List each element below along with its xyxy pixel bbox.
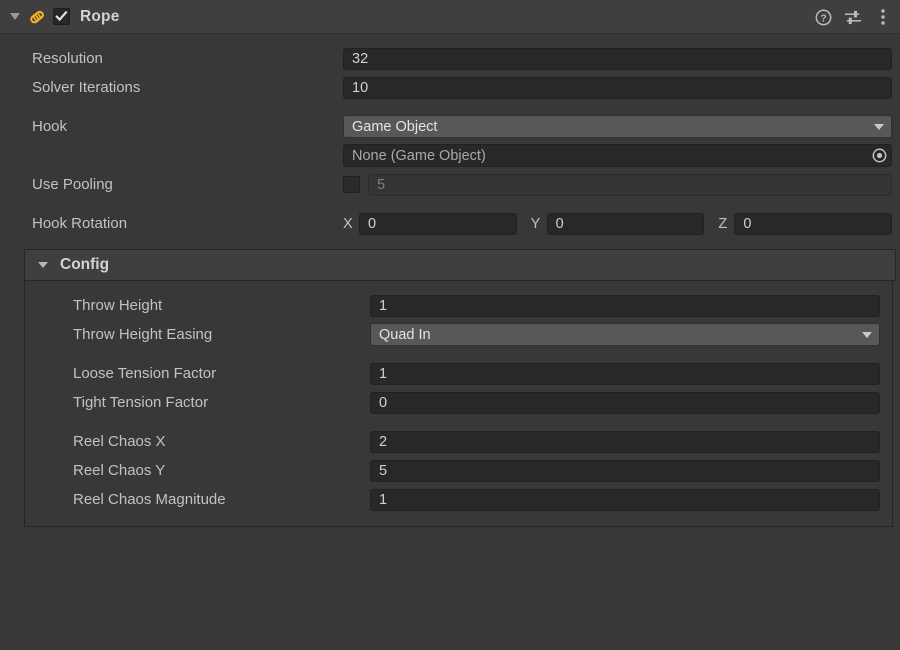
- reel-chaos-magnitude-input[interactable]: 1: [370, 488, 880, 511]
- hook-rotation-x-input[interactable]: 0: [359, 212, 517, 235]
- chevron-down-icon: [874, 123, 884, 130]
- config-group-body: Throw Height 1 Throw Height Easing Quad …: [24, 281, 893, 527]
- hook-rotation-z: Z 0: [718, 212, 893, 235]
- chevron-down-icon: [10, 13, 20, 20]
- component-foldout-toggle[interactable]: [6, 8, 24, 26]
- row-hook-type: Hook Game Object: [0, 112, 900, 141]
- pooling-count-input: 5: [368, 173, 892, 196]
- label-throw-height-easing: Throw Height Easing: [73, 326, 213, 343]
- label-hook-rotation: Hook Rotation: [32, 215, 128, 232]
- label-reel-chaos-magnitude: Reel Chaos Magnitude: [73, 491, 226, 508]
- resolution-input[interactable]: 32: [343, 47, 892, 70]
- inspector-panel: Rope ? Resolution 32 Solver Iterations 1…: [0, 0, 900, 650]
- label-tight-tension-factor: Tight Tension Factor: [73, 394, 209, 411]
- row-throw-height: Throw Height 1: [25, 291, 884, 320]
- inspector-body: Resolution 32 Solver Iterations 10 Hook …: [0, 34, 900, 527]
- row-loose-tension-factor: Loose Tension Factor 1: [25, 359, 884, 388]
- component-header: Rope ?: [0, 0, 900, 34]
- hook-object-field[interactable]: None (Game Object): [343, 144, 892, 167]
- tight-tension-factor-input[interactable]: 0: [370, 391, 880, 414]
- label-loose-tension-factor: Loose Tension Factor: [73, 365, 217, 382]
- row-reel-chaos-magnitude: Reel Chaos Magnitude 1: [25, 485, 884, 514]
- loose-tension-factor-input[interactable]: 1: [370, 362, 880, 385]
- chevron-down-icon: [38, 262, 48, 268]
- hook-rotation-x: X 0: [343, 212, 517, 235]
- label-use-pooling: Use Pooling: [32, 176, 113, 193]
- use-pooling-checkbox[interactable]: [343, 176, 360, 193]
- row-hook-object: None (Game Object): [0, 141, 900, 170]
- label-reel-chaos-x: Reel Chaos X: [73, 433, 166, 450]
- hook-object-value: None (Game Object): [352, 147, 486, 164]
- hook-type-dropdown[interactable]: Game Object: [343, 115, 892, 138]
- rope-script-icon: [26, 6, 48, 28]
- row-resolution: Resolution 32: [0, 44, 900, 73]
- throw-height-input[interactable]: 1: [370, 294, 880, 317]
- hook-rotation-vector3: X 0 Y 0 Z 0: [343, 212, 893, 235]
- hook-rotation-y: Y 0: [530, 212, 705, 235]
- help-icon[interactable]: ?: [814, 8, 832, 26]
- row-hook-rotation: Hook Rotation X 0 Y 0 Z 0: [0, 209, 900, 238]
- hook-type-value: Game Object: [352, 118, 438, 135]
- label-solver-iterations: Solver Iterations: [32, 79, 141, 96]
- row-use-pooling: Use Pooling 5: [0, 170, 900, 199]
- axis-label-x: X: [343, 215, 353, 232]
- label-throw-height: Throw Height: [73, 297, 163, 314]
- component-title: Rope: [80, 7, 120, 25]
- row-solver-iterations: Solver Iterations 10: [0, 73, 900, 102]
- axis-label-y: Y: [530, 215, 541, 232]
- axis-label-z: Z: [718, 215, 728, 232]
- config-foldout-header[interactable]: Config: [24, 249, 896, 281]
- throw-height-easing-value: Quad In: [379, 326, 431, 343]
- hook-rotation-z-input[interactable]: 0: [734, 212, 893, 235]
- label-reel-chaos-y: Reel Chaos Y: [73, 462, 166, 479]
- config-title: Config: [60, 256, 110, 273]
- label-hook: Hook: [32, 118, 68, 135]
- hook-rotation-y-input[interactable]: 0: [546, 212, 705, 235]
- row-throw-height-easing: Throw Height Easing Quad In: [25, 320, 884, 349]
- chevron-down-icon: [862, 331, 872, 338]
- reel-chaos-x-input[interactable]: 2: [370, 430, 880, 453]
- component-enabled-checkbox[interactable]: [53, 8, 70, 25]
- row-reel-chaos-x: Reel Chaos X 2: [25, 427, 884, 456]
- header-icon-group: ?: [814, 0, 892, 34]
- row-reel-chaos-y: Reel Chaos Y 5: [25, 456, 884, 485]
- more-menu-icon[interactable]: [874, 8, 892, 26]
- preset-icon[interactable]: [844, 8, 862, 26]
- label-resolution: Resolution: [32, 50, 103, 67]
- row-tight-tension-factor: Tight Tension Factor 0: [25, 388, 884, 417]
- solver-iterations-input[interactable]: 10: [343, 76, 892, 99]
- reel-chaos-y-input[interactable]: 5: [370, 459, 880, 482]
- object-picker-icon[interactable]: [870, 146, 889, 165]
- config-group: Config Throw Height 1 Throw Height Easin…: [24, 249, 896, 527]
- svg-text:?: ?: [820, 13, 826, 24]
- throw-height-easing-dropdown[interactable]: Quad In: [370, 323, 880, 346]
